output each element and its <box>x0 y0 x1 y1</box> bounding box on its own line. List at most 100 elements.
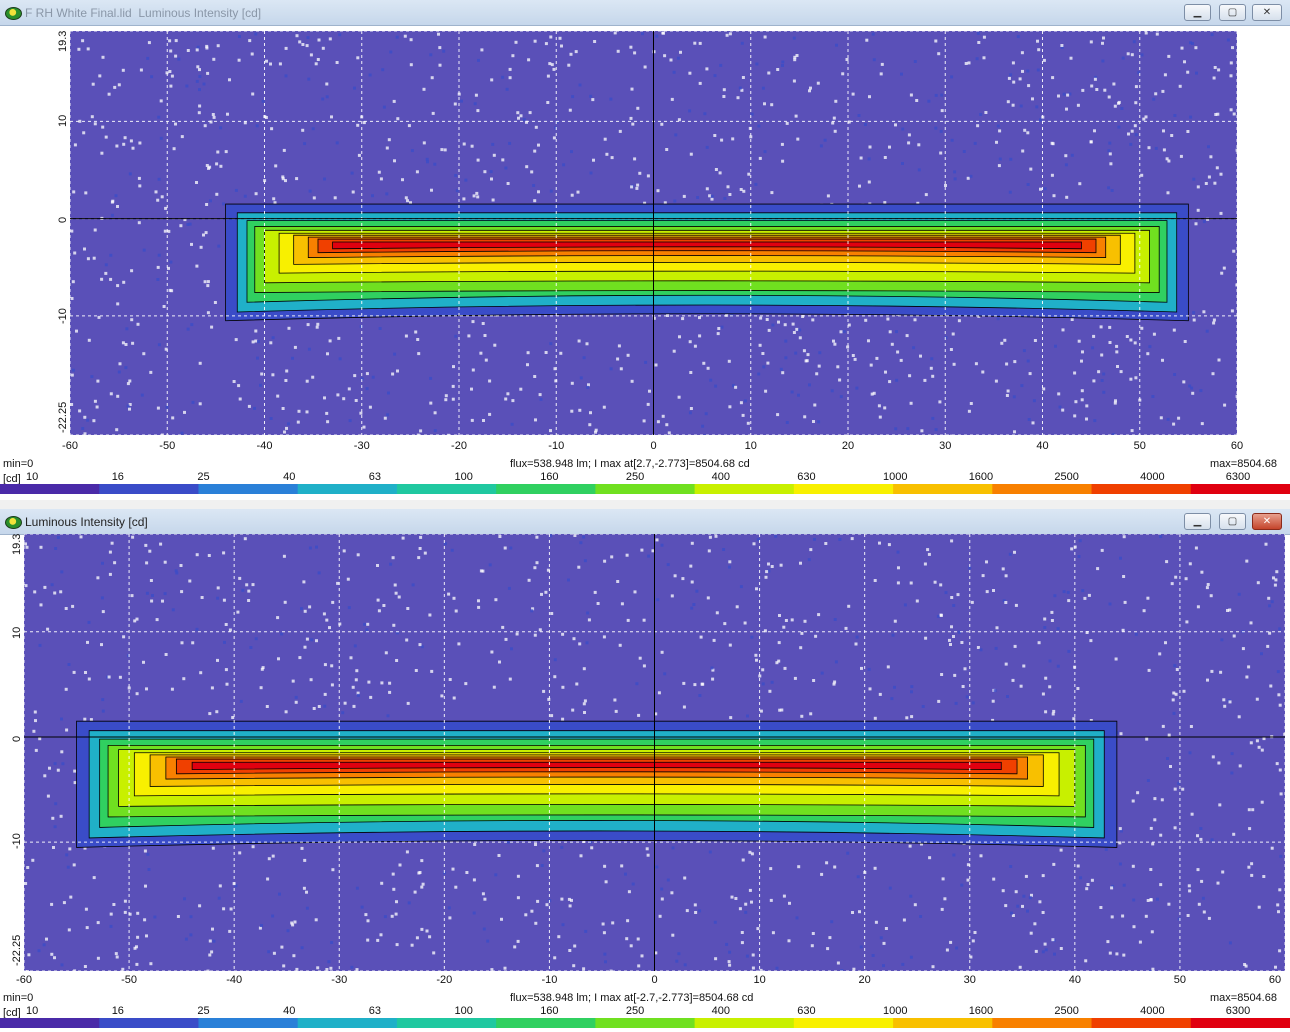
x-tick-label: -10 <box>548 440 565 452</box>
colorbar-segment <box>198 484 299 494</box>
y-tick-label: -10 <box>11 833 23 849</box>
title-bar[interactable]: Luminous Intensity [cd] ▁ ▢ ✕ <box>0 509 1290 535</box>
bottom-window: Luminous Intensity [cd] ▁ ▢ ✕ 19.3 10 0 … <box>0 509 1290 1032</box>
colorbar-segment <box>0 484 101 494</box>
colorbar-tick-label: 4000 <box>1140 471 1165 483</box>
colorbar-tick-label: 1600 <box>968 471 994 483</box>
intensity-heatmap[interactable] <box>70 31 1237 435</box>
colorbar-tick-label: 2500 <box>1054 471 1079 483</box>
y-tick-label: -22.25 <box>11 934 23 966</box>
x-tick-label: 50 <box>1173 974 1187 986</box>
colorbar-tick-label: 160 <box>540 1005 559 1017</box>
colorbar-segment <box>595 484 696 494</box>
colorbar-segment <box>893 484 994 494</box>
colorbar-tick-label: 400 <box>711 471 730 483</box>
maximize-button[interactable]: ▢ <box>1219 4 1246 21</box>
x-tick-label: 30 <box>939 440 952 452</box>
maximize-icon: ▢ <box>1227 7 1238 18</box>
title-bar[interactable]: F RH White Final.lid Luminous Intensity … <box>0 0 1290 26</box>
colorbar-tick-label: 4000 <box>1140 1005 1165 1017</box>
window-title: Luminous Intensity [cd] <box>25 515 148 529</box>
x-tick-label: -60 <box>16 974 32 986</box>
colorbar-tick-label: 40 <box>283 471 296 483</box>
heatmap-canvas <box>24 534 1285 971</box>
colorbar-tick-label: 630 <box>797 471 816 483</box>
colorbar-segment <box>1190 484 1290 494</box>
colorbar-tick-label: 40 <box>283 1005 296 1017</box>
x-tick-label: -30 <box>353 440 370 452</box>
colorbar-segment <box>793 1018 895 1028</box>
colorbar-tick-label: 250 <box>625 471 645 483</box>
x-tick-label: 10 <box>744 440 757 452</box>
app-logo-icon <box>5 7 22 20</box>
minimize-icon: ▁ <box>1193 7 1202 18</box>
x-tick-label: -50 <box>121 974 138 986</box>
colorbar-tick-label: 10 <box>26 471 39 483</box>
beam-pattern <box>225 203 1189 322</box>
y-tick-label: 19.3 <box>57 30 69 52</box>
close-button[interactable]: ✕ <box>1252 4 1282 21</box>
close-button[interactable]: ✕ <box>1252 513 1282 530</box>
colorbar-tick-label: 2500 <box>1054 1005 1079 1017</box>
colorbar-tick-label: 100 <box>454 1005 473 1017</box>
x-tick-label: 30 <box>963 974 976 986</box>
minimize-icon: ▁ <box>1193 516 1202 527</box>
colorbar-segment <box>99 1018 200 1028</box>
colorbar-tick-label: 16 <box>111 471 124 483</box>
colorbar-segment <box>893 1018 994 1028</box>
beam-pattern <box>76 720 1118 848</box>
colorbar-tick-label: 1000 <box>883 471 908 483</box>
min-label: min=0 <box>3 458 34 470</box>
y-tick-label: -22.25 <box>57 401 69 433</box>
x-tick-label: -60 <box>62 440 78 452</box>
colorbar-segment <box>297 484 398 494</box>
colorbar-segment <box>992 1018 1093 1028</box>
colorbar-segment <box>99 484 200 494</box>
minimize-button[interactable]: ▁ <box>1184 513 1211 530</box>
maximize-button[interactable]: ▢ <box>1219 513 1246 530</box>
x-tick-label: -10 <box>541 974 558 986</box>
colorbar-tick-label: 63 <box>368 471 382 483</box>
minimize-button[interactable]: ▁ <box>1184 4 1211 21</box>
colorbar-segment <box>496 484 597 494</box>
x-tick-label: -40 <box>226 974 243 986</box>
colorbar-segment <box>694 1018 795 1028</box>
colorbar-tick-label: 6300 <box>1225 1005 1251 1017</box>
x-tick-label: 0 <box>651 974 658 986</box>
colorbar-segment <box>992 484 1093 494</box>
colorbar-segment <box>396 484 498 494</box>
colorbar-segment <box>1091 484 1192 494</box>
colorbar <box>0 1018 1290 1028</box>
intensity-heatmap[interactable] <box>24 534 1285 971</box>
max-label: max=8504.68 <box>1210 992 1277 1004</box>
colorbar-tick-label: 10 <box>26 1005 39 1017</box>
colorbar-segment <box>1190 1018 1290 1028</box>
colorbar-segment <box>1091 1018 1192 1028</box>
max-label: max=8504.68 <box>1210 458 1277 470</box>
close-icon: ✕ <box>1262 7 1272 18</box>
y-tick-label: 10 <box>57 114 69 127</box>
flux-info: flux=538.948 lm; I max at[-2.7,-2.773]=8… <box>510 992 754 1004</box>
x-tick-label: 60 <box>1268 974 1282 986</box>
top-window: F RH White Final.lid Luminous Intensity … <box>0 0 1290 500</box>
x-tick-label: 40 <box>1036 440 1049 452</box>
x-tick-label: -20 <box>451 440 467 452</box>
x-tick-label: 60 <box>1230 440 1244 452</box>
min-label: min=0 <box>3 992 34 1004</box>
x-tick-label: 20 <box>841 440 855 452</box>
colorbar-segment <box>396 1018 498 1028</box>
window-title: F RH White Final.lid Luminous Intensity … <box>25 6 262 20</box>
colorbar-tick-label: 6300 <box>1225 471 1251 483</box>
close-icon: ✕ <box>1262 516 1272 527</box>
colorbar-segment <box>297 1018 398 1028</box>
colorbar-tick-label: 1000 <box>883 1005 908 1017</box>
flux-info: flux=538.948 lm; I max at[2.7,-2.773]=85… <box>510 458 750 470</box>
colorbar-tick-label: 1600 <box>968 1005 994 1017</box>
colorbar-segment <box>595 1018 696 1028</box>
y-tick-label: 10 <box>11 626 23 639</box>
colorbar-tick-label: 100 <box>454 471 473 483</box>
colorbar-tick-label: 160 <box>540 471 559 483</box>
colorbar <box>0 484 1290 494</box>
x-tick-label: -40 <box>256 440 273 452</box>
y-tick-label: -10 <box>57 308 69 324</box>
